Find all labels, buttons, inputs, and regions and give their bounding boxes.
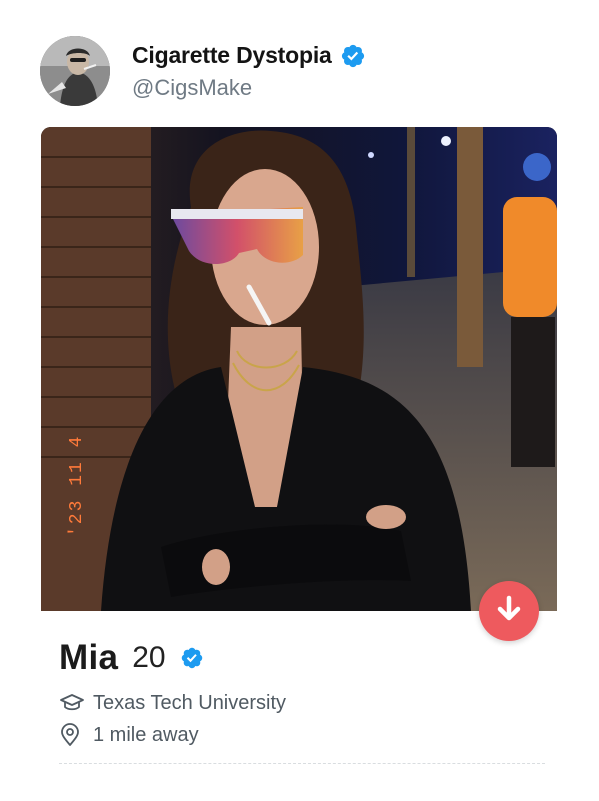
name-row: Cigarette Dystopia <box>132 42 366 69</box>
photo-timestamp: '23 11 4 <box>67 435 87 537</box>
school-row: Texas Tech University <box>59 687 539 719</box>
location-pin-icon <box>59 722 87 748</box>
handle[interactable]: @CigsMake <box>132 75 252 101</box>
tweet-header: Cigarette Dystopia @CigsMake <box>40 36 560 108</box>
distance-text: 1 mile away <box>93 723 199 746</box>
divider <box>59 763 545 764</box>
distance-row: 1 mile away <box>59 719 539 751</box>
avatar[interactable] <box>40 36 110 106</box>
graduation-cap-icon <box>59 690 87 716</box>
profile-age: 20 <box>132 641 166 674</box>
verified-badge-icon <box>180 646 204 670</box>
name-age-row: Mia 20 <box>59 635 539 681</box>
school-text: Texas Tech University <box>93 691 287 714</box>
profile-card: '23 11 4 Mia 20 Texas Tech University 1 … <box>41 127 557 780</box>
profile-name: Mia <box>59 638 119 677</box>
arrow-down-icon <box>496 595 522 628</box>
nope-button[interactable] <box>479 581 539 641</box>
profile-info: Mia 20 Texas Tech University 1 mile away <box>59 635 539 751</box>
verified-badge-icon <box>340 43 366 69</box>
display-name[interactable]: Cigarette Dystopia <box>132 42 332 69</box>
profile-photo[interactable]: '23 11 4 <box>41 127 557 611</box>
